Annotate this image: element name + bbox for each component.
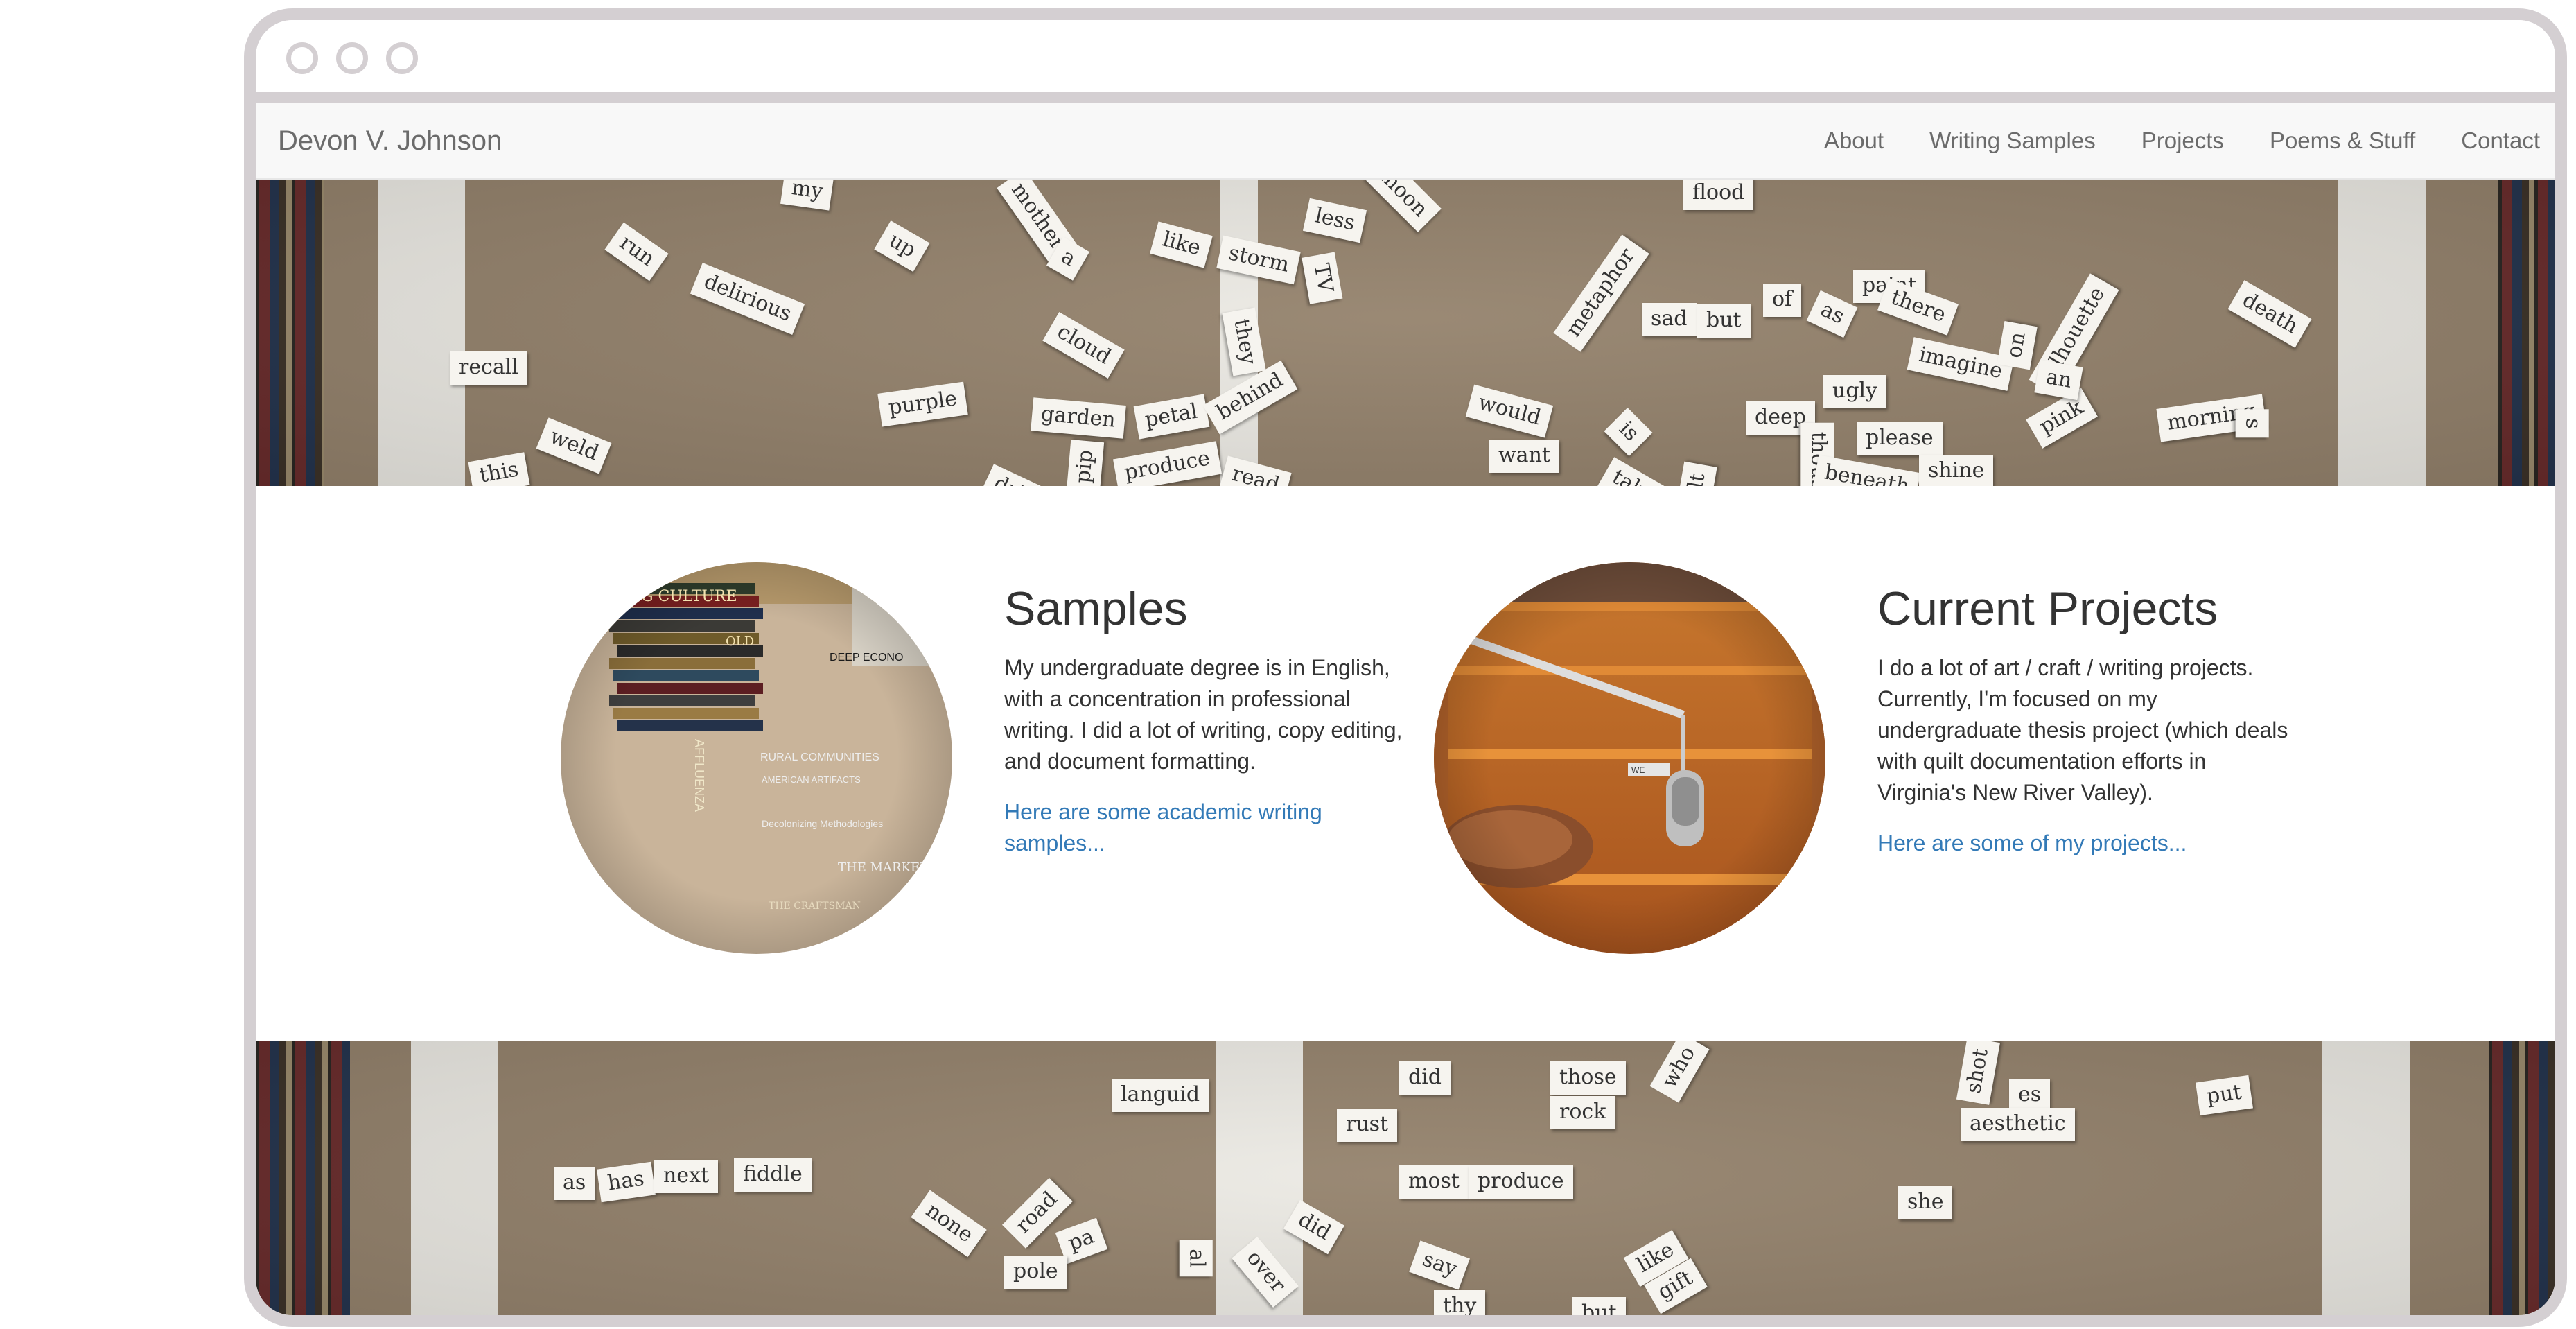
poetry-word: languid [1112, 1079, 1209, 1112]
poetry-word: as [554, 1167, 595, 1200]
nav-item-projects[interactable]: Projects [2141, 103, 2224, 178]
window-maximize-icon[interactable] [386, 42, 418, 74]
book-spine-title: DEEP ECONO [830, 652, 903, 663]
poetry-word: please [1857, 422, 1943, 455]
poetry-word: pole [1004, 1256, 1067, 1289]
poetry-word: most [1399, 1165, 1469, 1199]
poetry-word: rock [1550, 1096, 1615, 1129]
navbar: Devon V. Johnson About Writing Samples P… [256, 103, 2555, 180]
poetry-word: rust [1337, 1109, 1398, 1142]
nav-item-writing-samples[interactable]: Writing Samples [1929, 103, 2096, 178]
nav-item-about[interactable]: About [1824, 103, 1884, 178]
feature-title: Current Projects [1877, 582, 2218, 635]
poetry-word: es [2009, 1079, 2051, 1112]
books-photo: ING CULTURE OLD DEEP ECONO RURAL COMMUNI… [561, 562, 952, 954]
browser-frame: Devon V. Johnson About Writing Samples P… [244, 8, 2567, 1327]
feature-text: I do a lot of art / craft / writing proj… [1877, 655, 2288, 805]
books-image: ING CULTURE OLD DEEP ECONO RURAL COMMUNI… [561, 562, 952, 954]
poetry-word: next [654, 1160, 719, 1193]
poetry-word: sad [1642, 303, 1697, 336]
poetry-word: but [1572, 1297, 1626, 1315]
book-spine-title: RURAL COMMUNITIES [760, 752, 879, 763]
brand-link[interactable]: Devon V. Johnson [278, 103, 502, 178]
book-spine-title: ING CULTURE [622, 588, 737, 605]
feature-text: My undergraduate degree is in English, w… [1004, 655, 1403, 774]
book-spine-title: AMERICAN ARTIFACTS [762, 774, 861, 785]
poetry-word: did [1399, 1061, 1451, 1095]
poetry-word: flood [1683, 180, 1754, 210]
nav-item-contact[interactable]: Contact [2461, 103, 2540, 178]
nav-menu: About Writing Samples Projects Poems & S… [1778, 103, 2555, 178]
feature-title: Samples [1004, 582, 1188, 635]
book-spine-title: THE CRAFTSMAN [769, 901, 861, 912]
page-viewport: Devon V. Johnson About Writing Samples P… [256, 103, 2555, 1315]
poetry-word: those [1550, 1061, 1626, 1095]
poetry-word: fiddle [734, 1158, 812, 1192]
features-section: ING CULTURE OLD DEEP ECONO RURAL COMMUNI… [256, 486, 2555, 1041]
poetry-word: aesthetic [1961, 1108, 2075, 1141]
studio-photo: WE [1434, 562, 1825, 954]
book-spine-title: OLD [726, 634, 754, 649]
book-spine-title: AFFLUENZA [692, 739, 706, 812]
nav-item-poems-stuff[interactable]: Poems & Stuff [2270, 103, 2415, 178]
poetry-word: shine [1919, 455, 1994, 486]
poetry-word: pip [1066, 440, 1105, 486]
poetry-word: produce [1469, 1165, 1573, 1199]
hero-banner-top: my run up mother a like storm TV less delirious cl… [256, 180, 2555, 486]
poetry-word: s [2235, 409, 2269, 438]
poetry-word: of [1763, 284, 1802, 317]
browser-titlebar [256, 20, 2555, 103]
projects-link[interactable]: Here are some of my projects... [1877, 828, 2238, 859]
poetry-word: thy [1434, 1290, 1486, 1315]
window-minimize-icon[interactable] [336, 42, 368, 74]
poetry-word: but [1697, 304, 1751, 338]
poetry-word: she [1898, 1186, 1953, 1219]
writing-samples-link[interactable]: Here are some academic writing samples..… [1004, 797, 1365, 859]
poetry-word: recall [450, 351, 527, 385]
window-close-icon[interactable] [286, 42, 318, 74]
hero-banner-bottom: as has next fiddle languid did those rock rust wh… [256, 1041, 2555, 1315]
poetry-word: ugly [1823, 375, 1887, 408]
book-spine-title: Decolonizing Methodologies [762, 818, 883, 829]
studio-image: WE [1434, 562, 1825, 954]
poetry-word: want [1489, 440, 1559, 473]
book-spine-title: THE MARKET OF WESTERN [838, 860, 952, 875]
poetry-word: al [1179, 1240, 1213, 1277]
